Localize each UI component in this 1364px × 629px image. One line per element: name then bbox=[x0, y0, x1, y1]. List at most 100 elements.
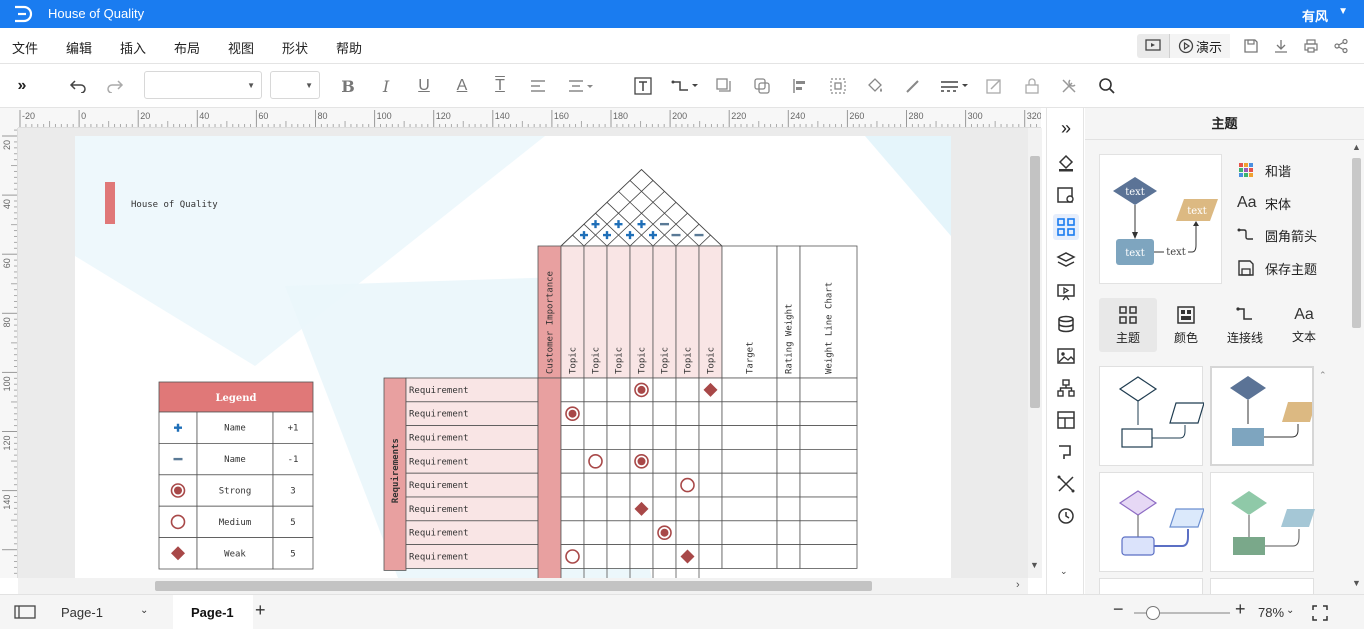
picture-icon[interactable] bbox=[1053, 343, 1079, 369]
column-headers[interactable]: Customer Importance Topic Topic Topic Topic T… bbox=[537, 245, 858, 379]
expand-icon[interactable]: » bbox=[1053, 115, 1079, 141]
correlation-roof[interactable] bbox=[559, 168, 724, 247]
fullscreen-icon[interactable] bbox=[1311, 604, 1329, 627]
font-family-select[interactable]: ▼ bbox=[144, 71, 262, 99]
org-chart-icon[interactable] bbox=[1053, 375, 1079, 401]
font-color-icon[interactable]: A bbox=[451, 75, 473, 97]
zoom-in-icon[interactable]: + bbox=[1235, 599, 1246, 620]
history-icon[interactable] bbox=[1053, 503, 1079, 529]
user-name[interactable]: 有风 bbox=[1302, 6, 1328, 25]
panel-scroll-up-icon[interactable]: ▲ bbox=[1352, 142, 1361, 152]
requirement-label: Requirement bbox=[409, 386, 469, 396]
matrix-cell bbox=[698, 520, 723, 545]
page-selector-caret-icon[interactable]: ⌄ bbox=[140, 605, 148, 616]
text-box-icon[interactable] bbox=[632, 75, 654, 97]
search-icon[interactable] bbox=[1096, 75, 1118, 97]
image-edit-icon[interactable] bbox=[1053, 182, 1079, 208]
theme-card-2[interactable] bbox=[1210, 366, 1316, 466]
line-style-icon[interactable] bbox=[940, 75, 970, 97]
vertical-scroll-thumb[interactable] bbox=[1030, 156, 1040, 408]
menu-help[interactable]: 帮助 bbox=[336, 38, 362, 57]
scroll-down-icon[interactable]: ▼ bbox=[1030, 560, 1039, 570]
add-page-icon[interactable]: + bbox=[255, 600, 266, 621]
page-selector[interactable]: Page-1 bbox=[61, 605, 103, 620]
option-save-theme[interactable]: 保存主题 bbox=[1237, 257, 1317, 279]
fill-icon[interactable] bbox=[1053, 150, 1079, 176]
theme-card-1[interactable] bbox=[1099, 366, 1205, 466]
font-size-select[interactable]: ▼ bbox=[270, 71, 320, 99]
redo-icon[interactable] bbox=[104, 75, 126, 97]
user-menu-caret-icon[interactable]: ▼ bbox=[1338, 6, 1348, 17]
share-icon[interactable] bbox=[1332, 37, 1350, 55]
theme-icon[interactable] bbox=[1053, 214, 1079, 240]
option-font[interactable]: Aa 宋体 bbox=[1237, 192, 1291, 214]
panel-scroll-down-icon[interactable]: ▼ bbox=[1352, 578, 1361, 588]
horizontal-scroll-thumb[interactable] bbox=[155, 581, 872, 591]
text-style-icon[interactable]: T bbox=[489, 75, 511, 97]
italic-icon[interactable]: I bbox=[375, 75, 397, 97]
layers-icon[interactable] bbox=[1053, 247, 1079, 273]
relationship-matrix[interactable] bbox=[537, 377, 858, 578]
connector-icon[interactable] bbox=[1053, 439, 1079, 465]
table-icon[interactable] bbox=[1053, 407, 1079, 433]
download-icon[interactable] bbox=[1272, 37, 1290, 55]
menu-layout[interactable]: 布局 bbox=[174, 38, 200, 57]
lock-icon[interactable] bbox=[1021, 75, 1043, 97]
panel-scrollbar[interactable]: ▲ ▼ bbox=[1349, 140, 1364, 594]
present-button[interactable]: 演示 bbox=[1168, 34, 1230, 58]
theme-card-6[interactable] bbox=[1210, 578, 1314, 594]
fill-bucket-icon[interactable] bbox=[864, 75, 886, 97]
theme-card-4[interactable] bbox=[1210, 472, 1315, 572]
scroll-right-icon[interactable]: › bbox=[1016, 579, 1020, 591]
connector-style-icon[interactable] bbox=[671, 75, 699, 97]
bring-front-icon[interactable] bbox=[713, 75, 735, 97]
sidebar-scroll-down-icon[interactable]: ⌄ bbox=[1060, 566, 1068, 577]
undo-icon[interactable] bbox=[67, 75, 89, 97]
slideshow-button[interactable] bbox=[1137, 34, 1169, 58]
zoom-slider-handle[interactable] bbox=[1146, 606, 1160, 620]
horizontal-scrollbar[interactable]: › bbox=[18, 578, 1028, 594]
send-back-icon[interactable] bbox=[751, 75, 773, 97]
align-objects-icon[interactable] bbox=[789, 75, 811, 97]
drawing-canvas[interactable]: House of Quality Legend Name +1 Name -1 Stron… bbox=[18, 128, 1028, 578]
tab-color[interactable]: 颜色 bbox=[1157, 298, 1215, 352]
requirements-block[interactable]: Requirements Requirement Requirement Requir… bbox=[383, 377, 539, 571]
cards-scroll-up-icon[interactable]: ⌃ bbox=[1319, 370, 1327, 381]
vertical-scrollbar[interactable]: ▼ bbox=[1028, 128, 1042, 578]
option-harmony[interactable]: 和谐 bbox=[1237, 159, 1291, 181]
menu-insert[interactable]: 插入 bbox=[120, 38, 146, 57]
app-logo-icon[interactable] bbox=[12, 4, 34, 24]
underline-icon[interactable]: U bbox=[413, 75, 435, 97]
option-connector[interactable]: 圆角箭头 bbox=[1237, 224, 1317, 246]
tab-text[interactable]: Aa 文本 bbox=[1275, 298, 1333, 352]
print-icon[interactable] bbox=[1302, 37, 1320, 55]
theme-card-3[interactable] bbox=[1099, 472, 1205, 572]
tab-connector[interactable]: 连接线 bbox=[1216, 298, 1274, 352]
database-icon[interactable] bbox=[1053, 311, 1079, 337]
menu-file[interactable]: 文件 bbox=[12, 38, 38, 57]
collapse-toolbar-icon[interactable]: » bbox=[11, 75, 33, 97]
crossing-icon[interactable] bbox=[1053, 471, 1079, 497]
diagram-title[interactable]: House of Quality bbox=[131, 200, 218, 210]
legend-table[interactable]: Legend Name +1 Name -1 Strong 3 Medium 5 Weak 5 bbox=[158, 381, 314, 570]
bold-icon[interactable]: B bbox=[337, 75, 359, 97]
diagram-page[interactable]: House of Quality Legend Name +1 Name -1 Stron… bbox=[75, 136, 951, 578]
group-icon[interactable] bbox=[827, 75, 849, 97]
tools-icon[interactable] bbox=[1058, 75, 1080, 97]
menu-view[interactable]: 视图 bbox=[228, 38, 254, 57]
menu-edit[interactable]: 编辑 bbox=[66, 38, 92, 57]
save-icon[interactable] bbox=[1242, 37, 1260, 55]
panel-scroll-thumb[interactable] bbox=[1352, 158, 1361, 328]
menu-shape[interactable]: 形状 bbox=[282, 38, 308, 57]
line-spacing-icon[interactable] bbox=[567, 75, 595, 97]
tab-theme[interactable]: 主题 bbox=[1099, 298, 1157, 352]
edit-shape-icon[interactable] bbox=[983, 75, 1005, 97]
zoom-caret-icon[interactable]: ⌄ bbox=[1286, 605, 1294, 616]
zoom-level[interactable]: 78% bbox=[1258, 605, 1284, 620]
align-icon[interactable] bbox=[527, 75, 549, 97]
theme-card-5[interactable] bbox=[1099, 578, 1203, 594]
page-list-icon[interactable] bbox=[14, 604, 36, 625]
presentation-icon[interactable] bbox=[1053, 279, 1079, 305]
line-color-icon[interactable] bbox=[902, 75, 924, 97]
zoom-out-icon[interactable]: − bbox=[1113, 599, 1124, 620]
